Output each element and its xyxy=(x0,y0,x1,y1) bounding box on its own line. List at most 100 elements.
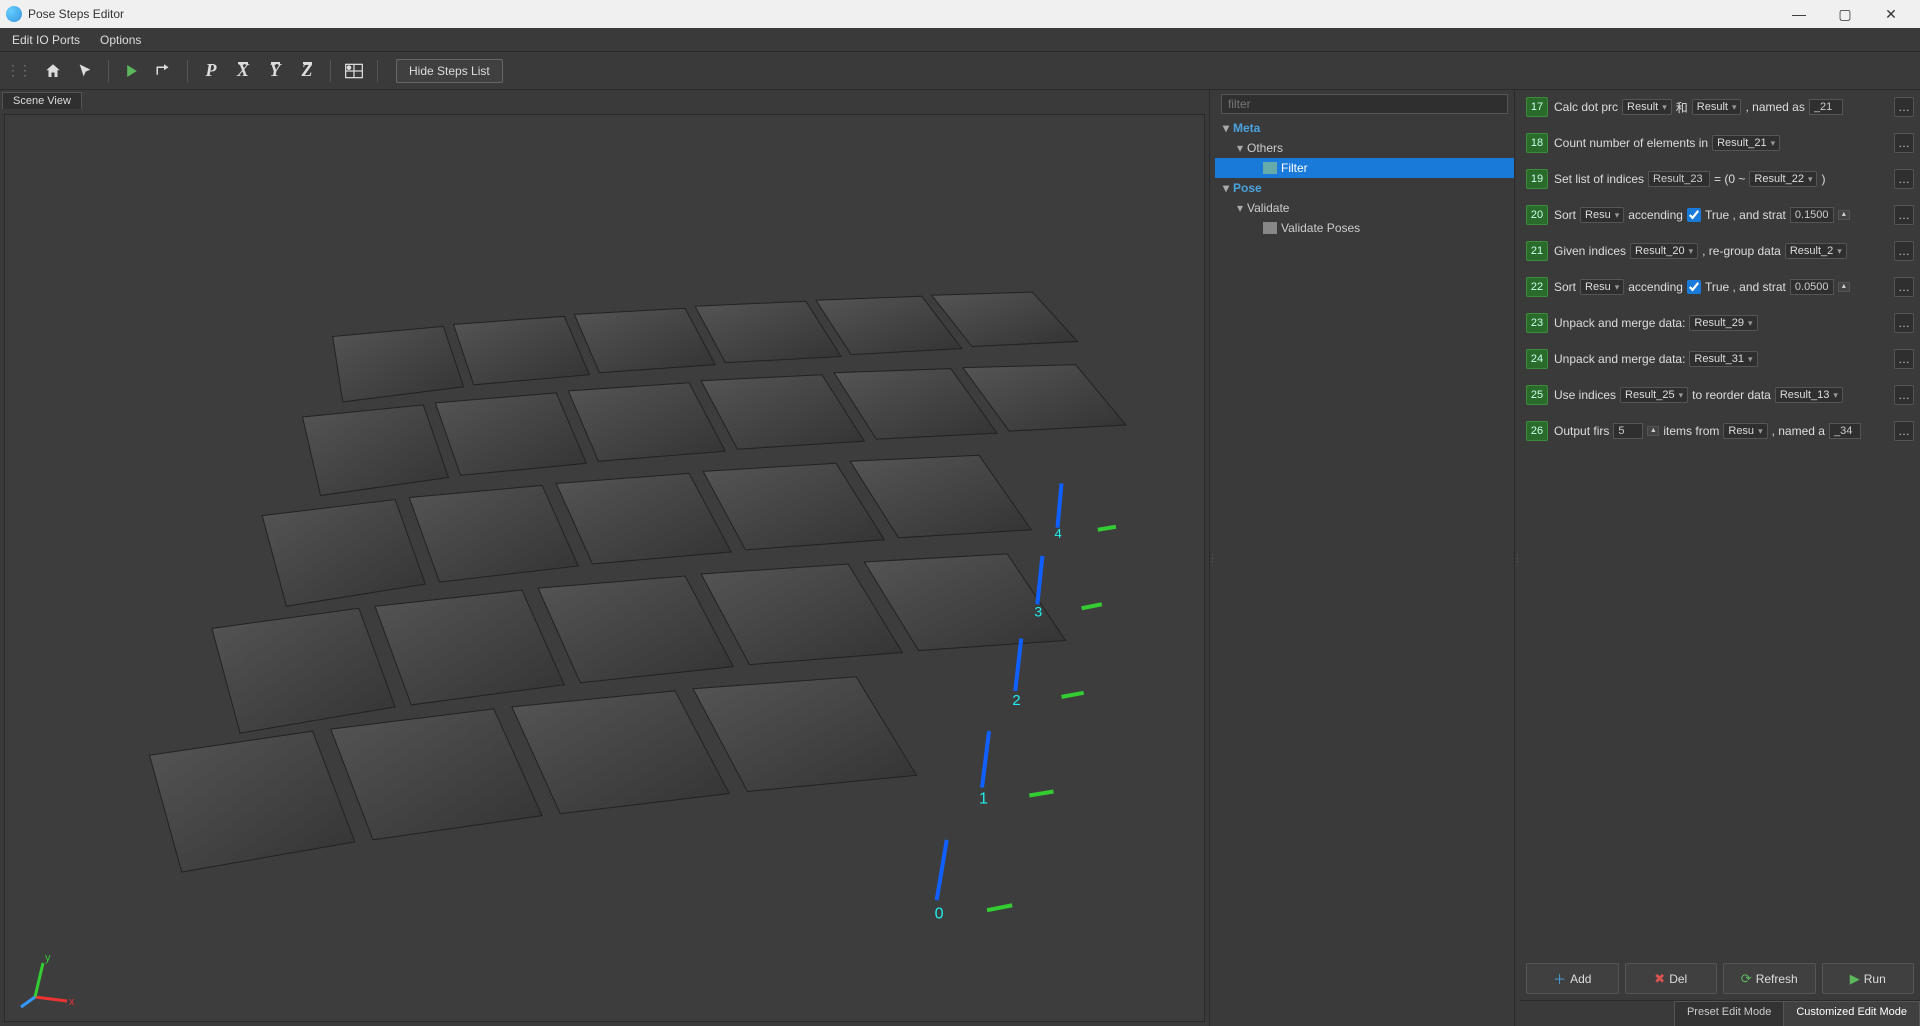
strat-input[interactable] xyxy=(1790,207,1834,223)
result-select[interactable]: Result xyxy=(1622,99,1672,115)
step-options-button[interactable]: … xyxy=(1894,421,1914,441)
step-library-tree[interactable]: ▾Meta ▾Others Filter ▾Pose ▾Validate Val… xyxy=(1215,116,1514,1026)
step-row[interactable]: 20 Sort Resu accending True , and strat … xyxy=(1526,202,1914,228)
x-icon: ✖ xyxy=(1654,971,1665,987)
step-options-button[interactable]: … xyxy=(1894,205,1914,225)
minimize-button[interactable]: — xyxy=(1776,0,1822,28)
svg-text:0: 0 xyxy=(935,904,944,922)
tree-item-validate-poses[interactable]: Validate Poses xyxy=(1215,218,1514,238)
3d-viewport[interactable]: 0 1 2 3 4 x y xyxy=(4,114,1205,1022)
result-select[interactable]: Result_29 xyxy=(1689,315,1757,331)
preset-edit-mode-tab[interactable]: Preset Edit Mode xyxy=(1674,1001,1784,1026)
step-icon xyxy=(1263,162,1277,174)
home-button[interactable] xyxy=(40,58,66,84)
view-z-button[interactable]: Z xyxy=(294,58,320,84)
step-row[interactable]: 23 Unpack and merge data: Result_29 … xyxy=(1526,310,1914,336)
spinner-up[interactable]: ▲ xyxy=(1838,210,1850,220)
count-input[interactable] xyxy=(1613,423,1643,439)
step-row[interactable]: 25 Use indices Result_25 to reorder data… xyxy=(1526,382,1914,408)
menu-options[interactable]: Options xyxy=(90,30,151,50)
strat-input[interactable] xyxy=(1790,279,1834,295)
tree-item-filter[interactable]: Filter xyxy=(1215,158,1514,178)
view-x-button[interactable]: X xyxy=(230,58,256,84)
hide-steps-list-button[interactable]: Hide Steps List xyxy=(396,59,503,83)
result-select[interactable]: Result_20 xyxy=(1630,243,1698,259)
step-row[interactable]: 17 Calc dot prc Result 和 Result , named … xyxy=(1526,94,1914,120)
tree-group-validate[interactable]: ▾Validate xyxy=(1215,198,1514,218)
result-select[interactable]: Result_21 xyxy=(1712,135,1780,151)
result-select[interactable]: Resu xyxy=(1723,423,1767,439)
result-select[interactable]: Resu xyxy=(1580,279,1624,295)
result-select[interactable]: Result_31 xyxy=(1689,351,1757,367)
refresh-button[interactable]: ⟳Refresh xyxy=(1723,963,1816,994)
x-bar-icon: X xyxy=(237,60,249,81)
steps-list[interactable]: 17 Calc dot prc Result 和 Result , named … xyxy=(1520,90,1920,957)
cursor-tool-button[interactable] xyxy=(72,58,98,84)
customized-edit-mode-tab[interactable]: Customized Edit Mode xyxy=(1783,1001,1920,1026)
pointcloud-render: 0 1 2 3 4 xyxy=(5,115,1204,1021)
step-arrow-icon xyxy=(155,64,173,78)
step-number-badge: 26 xyxy=(1526,421,1548,441)
toolbar: ⋮⋮ P X Y Z Hide Steps List xyxy=(0,52,1920,90)
step-icon xyxy=(1263,222,1277,234)
edit-mode-tabs: Preset Edit Mode Customized Edit Mode xyxy=(1520,1000,1920,1026)
close-button[interactable]: ✕ xyxy=(1868,0,1914,28)
grid-toggle-button[interactable] xyxy=(341,58,367,84)
scene-view-tab[interactable]: Scene View xyxy=(2,92,82,109)
name-input[interactable] xyxy=(1809,99,1843,115)
tree-filter-input[interactable] xyxy=(1221,94,1508,114)
pose-markers: 0 1 2 3 4 xyxy=(935,483,1116,922)
step-number-badge: 18 xyxy=(1526,133,1548,153)
result-select[interactable]: Result_13 xyxy=(1775,387,1843,403)
step-options-button[interactable]: … xyxy=(1894,277,1914,297)
step-options-button[interactable]: … xyxy=(1894,97,1914,117)
tree-group-others[interactable]: ▾Others xyxy=(1215,138,1514,158)
step-options-button[interactable]: … xyxy=(1894,241,1914,261)
step-options-button[interactable]: … xyxy=(1894,313,1914,333)
step-row[interactable]: 19 Set list of indices = (0 ~ Result_22 … xyxy=(1526,166,1914,192)
axis-gizmo[interactable]: x y xyxy=(17,949,77,1009)
tree-category-pose[interactable]: ▾Pose xyxy=(1215,178,1514,198)
name-input[interactable] xyxy=(1829,423,1861,439)
steps-action-bar: ＋Add ✖Del ⟳Refresh ▶Run xyxy=(1520,957,1920,1000)
step-row[interactable]: 22 Sort Resu accending True , and strat … xyxy=(1526,274,1914,300)
delete-step-button[interactable]: ✖Del xyxy=(1625,963,1718,994)
maximize-button[interactable]: ▢ xyxy=(1822,0,1868,28)
step-row[interactable]: 26 Output firs ▲ items from Resu , named… xyxy=(1526,418,1914,444)
ascending-checkbox[interactable] xyxy=(1687,208,1701,222)
step-number-badge: 21 xyxy=(1526,241,1548,261)
step-row[interactable]: 21 Given indices Result_20 , re-group da… xyxy=(1526,238,1914,264)
tree-category-meta[interactable]: ▾Meta xyxy=(1215,118,1514,138)
svg-text:3: 3 xyxy=(1034,603,1042,619)
result-select[interactable]: Result xyxy=(1692,99,1742,115)
play-button[interactable] xyxy=(119,58,145,84)
spinner-up[interactable]: ▲ xyxy=(1838,282,1850,292)
steps-panel: 17 Calc dot prc Result 和 Result , named … xyxy=(1520,90,1920,1026)
result-select[interactable]: Resu xyxy=(1580,207,1624,223)
result-select[interactable]: Result_25 xyxy=(1620,387,1688,403)
z-bar-icon: Z xyxy=(302,60,313,81)
step-number-badge: 24 xyxy=(1526,349,1548,369)
spinner-up[interactable]: ▲ xyxy=(1647,426,1659,436)
result-select[interactable]: Result_22 xyxy=(1749,171,1817,187)
step-options-button[interactable]: … xyxy=(1894,169,1914,189)
chevron-down-icon: ▾ xyxy=(1233,201,1247,215)
step-button[interactable] xyxy=(151,58,177,84)
step-row[interactable]: 18 Count number of elements in Result_21… xyxy=(1526,130,1914,156)
ascending-checkbox[interactable] xyxy=(1687,280,1701,294)
menu-edit-io-ports[interactable]: Edit IO Ports xyxy=(2,30,90,50)
indices-input[interactable] xyxy=(1648,171,1710,187)
step-options-button[interactable]: … xyxy=(1894,385,1914,405)
step-options-button[interactable]: … xyxy=(1894,349,1914,369)
perspective-button[interactable]: P xyxy=(198,58,224,84)
toolbar-separator xyxy=(377,60,378,82)
step-number-badge: 19 xyxy=(1526,169,1548,189)
view-y-button[interactable]: Y xyxy=(262,58,288,84)
scene-panel: Scene View xyxy=(0,90,1210,1026)
step-number-badge: 23 xyxy=(1526,313,1548,333)
result-select[interactable]: Result_2 xyxy=(1785,243,1847,259)
step-row[interactable]: 24 Unpack and merge data: Result_31 … xyxy=(1526,346,1914,372)
step-options-button[interactable]: … xyxy=(1894,133,1914,153)
add-step-button[interactable]: ＋Add xyxy=(1526,963,1619,994)
run-button[interactable]: ▶Run xyxy=(1822,963,1915,994)
